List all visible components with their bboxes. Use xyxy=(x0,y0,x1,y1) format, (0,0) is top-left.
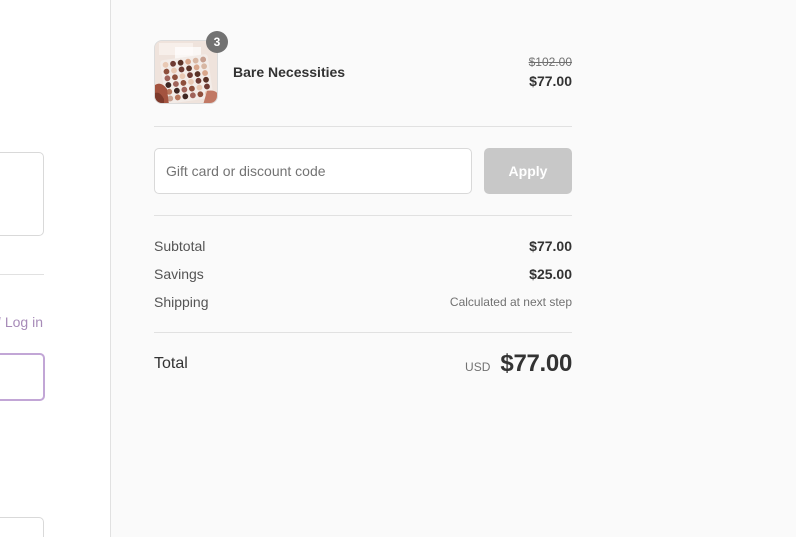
login-prefix: / xyxy=(0,314,1,330)
original-price: $102.00 xyxy=(528,55,572,69)
contact-field-box[interactable] xyxy=(0,152,44,236)
divider xyxy=(154,126,572,127)
email-field[interactable] xyxy=(0,353,45,401)
discount-code-input[interactable] xyxy=(154,148,472,194)
eyeshadow-palette-image xyxy=(155,41,217,103)
shipping-label: Shipping xyxy=(154,294,209,310)
login-link[interactable]: Log in xyxy=(5,314,43,330)
savings-label: Savings xyxy=(154,266,204,282)
total-label: Total xyxy=(154,355,188,372)
divider xyxy=(154,215,572,216)
shipping-field-box[interactable] xyxy=(0,517,44,537)
section-divider xyxy=(0,274,44,275)
currency-code: USD xyxy=(465,360,491,374)
product-price: $77.00 xyxy=(529,73,572,89)
quantity-badge: 3 xyxy=(206,31,228,53)
subtotal-label: Subtotal xyxy=(154,238,206,254)
line-item: 3 Bare Necessities $102.00 $77.00 xyxy=(154,31,572,104)
login-prompt: / Log in xyxy=(0,314,43,330)
main-content-pane: / Log in xyxy=(0,0,111,537)
total-amount: $77.00 xyxy=(500,350,572,377)
product-name: Bare Necessities xyxy=(233,64,346,80)
savings-row: Savings $25.00 xyxy=(154,264,572,284)
subtotal-value: $77.00 xyxy=(529,238,572,254)
divider xyxy=(154,332,572,333)
shipping-value: Calculated at next step xyxy=(449,295,572,309)
apply-button[interactable]: Apply xyxy=(484,148,572,194)
savings-value: $25.00 xyxy=(529,266,572,282)
total-amount-group: USD $77.00 xyxy=(465,350,572,378)
subtotal-row: Subtotal $77.00 xyxy=(154,236,572,256)
shipping-row: Shipping Calculated at next step xyxy=(154,292,572,312)
